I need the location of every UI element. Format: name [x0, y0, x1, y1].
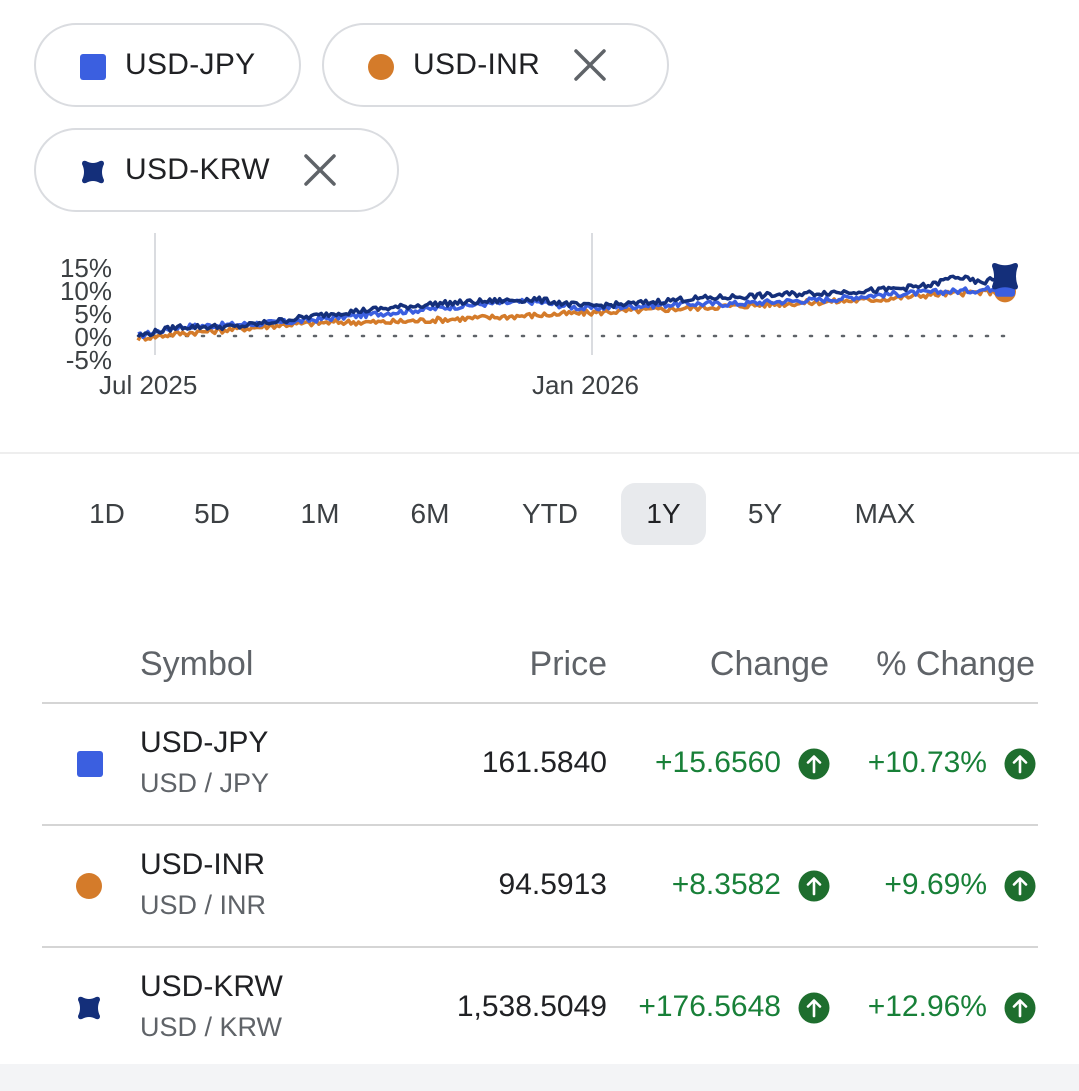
- symbol-pair: USD / JPY: [140, 768, 270, 798]
- square-marker-icon: [77, 751, 103, 777]
- price-value: 94.5913: [498, 868, 607, 901]
- arrow-up-icon: [1004, 870, 1036, 902]
- arrow-up-icon: [1004, 748, 1036, 780]
- range-1m[interactable]: 1M: [284, 483, 356, 545]
- pct-change-value: +10.73%: [867, 746, 987, 779]
- price-value: 161.5840: [481, 746, 607, 779]
- blob-marker-icon: [78, 996, 100, 1020]
- circle-marker-icon: [368, 54, 394, 80]
- chip-label: USD-JPY: [125, 48, 256, 81]
- change-value: +176.5648: [638, 990, 781, 1023]
- bottom-band: [0, 1064, 1079, 1091]
- header-symbol: Symbol: [140, 645, 254, 683]
- pct-change-value: +9.69%: [884, 868, 987, 901]
- symbol-pair: USD / INR: [140, 890, 267, 920]
- price-value: 1,538.5049: [456, 990, 607, 1023]
- chip-label: USD-INR: [413, 48, 541, 81]
- table-divider: [42, 946, 1038, 948]
- change-value: +15.6560: [655, 746, 781, 779]
- chip-usd-jpy[interactable]: USD-JPY: [34, 23, 301, 107]
- range-1d[interactable]: 1D: [72, 483, 142, 545]
- close-icon[interactable]: [301, 151, 339, 189]
- square-marker-icon: [80, 54, 106, 80]
- series-end-marker: [992, 263, 1018, 290]
- chip-usd-inr[interactable]: USD-INR: [322, 23, 669, 107]
- range-1y[interactable]: 1Y: [621, 483, 706, 545]
- close-icon[interactable]: [571, 46, 609, 84]
- x-tick-label: Jul 2025: [99, 370, 198, 400]
- symbol-name: USD-JPY: [140, 726, 269, 759]
- blob-marker-icon: [82, 160, 104, 184]
- range-5d[interactable]: 5D: [176, 483, 248, 545]
- header-price: Price: [529, 645, 607, 683]
- range-selector: 1D 5D 1M 6M YTD 1Y 5Y MAX: [0, 483, 1079, 545]
- pct-change-value: +12.96%: [867, 990, 987, 1023]
- x-tick-label: Jan 2026: [532, 370, 639, 400]
- arrow-up-icon: [798, 870, 830, 902]
- range-ytd[interactable]: YTD: [505, 483, 595, 545]
- series-group: [136, 263, 1018, 342]
- range-6m[interactable]: 6M: [393, 483, 467, 545]
- table-divider: [42, 824, 1038, 826]
- circle-marker-icon: [76, 873, 102, 899]
- header-pct-change: % Change: [876, 645, 1035, 683]
- arrow-up-icon: [798, 992, 830, 1024]
- symbol-name: USD-INR: [140, 848, 265, 881]
- chip-usd-krw[interactable]: USD-KRW: [34, 128, 399, 212]
- range-5y[interactable]: 5Y: [729, 483, 801, 545]
- change-value: +8.3582: [671, 868, 781, 901]
- range-max[interactable]: MAX: [838, 483, 932, 545]
- chip-label: USD-KRW: [125, 153, 270, 186]
- section-divider: [0, 452, 1079, 454]
- arrow-up-icon: [798, 748, 830, 780]
- table-divider: [42, 702, 1038, 704]
- symbol-pair: USD / KRW: [140, 1012, 283, 1042]
- y-axis: 15%10%5%0%-5%: [60, 253, 112, 375]
- symbol-name: USD-KRW: [140, 970, 283, 1003]
- header-change: Change: [709, 645, 829, 683]
- arrow-up-icon: [1004, 992, 1036, 1024]
